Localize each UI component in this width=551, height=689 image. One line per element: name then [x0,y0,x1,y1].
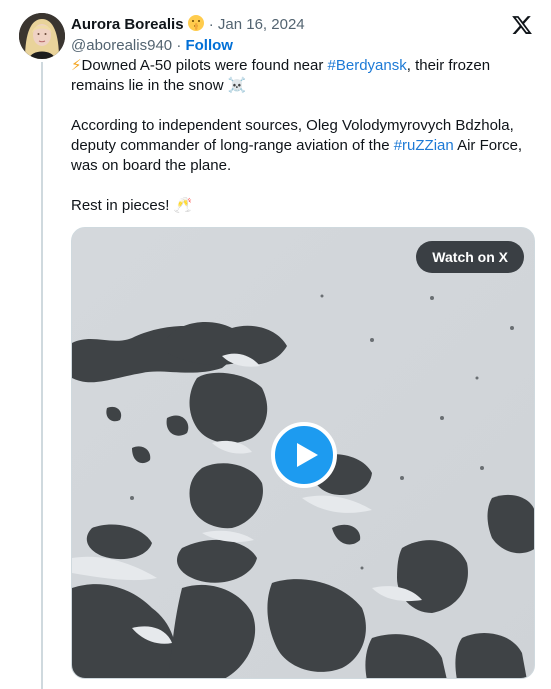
tweet-header: Aurora Borealis · Jan 16, 2024 [71,14,305,37]
hashtag-berdyansk[interactable]: #Berdyansk [328,57,407,74]
lightning-emoji: ⚡ [71,57,82,74]
play-icon [297,443,318,467]
handle-row: @aborealis940 · Follow [71,36,233,55]
watch-on-x-button[interactable]: Watch on X [416,241,524,273]
shushing-face-emoji-icon [187,14,205,37]
author-handle[interactable]: @aborealis940 [71,37,172,54]
skull-crossbones-emoji: ☠️ [227,77,247,94]
thread-line [41,62,43,689]
author-name[interactable]: Aurora Borealis [71,16,184,33]
tweet-date[interactable]: Jan 16, 2024 [218,16,305,33]
tweet-paragraph-3: Rest in pieces! 🥂 [71,196,537,216]
handle-separator: · [176,37,182,54]
p3-text: Rest in pieces! [71,197,174,214]
tweet-paragraph-1: ⚡Downed A-50 pilots were found near #Ber… [71,56,537,96]
hashtag-ruzzian[interactable]: #ruZZian [394,137,454,154]
video-player[interactable]: Watch on X [71,227,535,679]
p1-text-before: Downed A-50 pilots were found near [81,57,328,74]
play-button[interactable] [271,422,337,488]
follow-button[interactable]: Follow [185,37,233,54]
x-logo-icon[interactable] [511,14,533,36]
avatar[interactable] [19,13,65,59]
tweet-paragraph-2: According to independent sources, Oleg V… [71,116,537,176]
tweet-card: Aurora Borealis · Jan 16, 2024 @aboreali… [0,0,551,689]
clinking-glasses-emoji: 🥂 [173,197,193,214]
tweet-text: ⚡Downed A-50 pilots were found near #Ber… [71,56,537,236]
header-separator: · [208,16,214,33]
